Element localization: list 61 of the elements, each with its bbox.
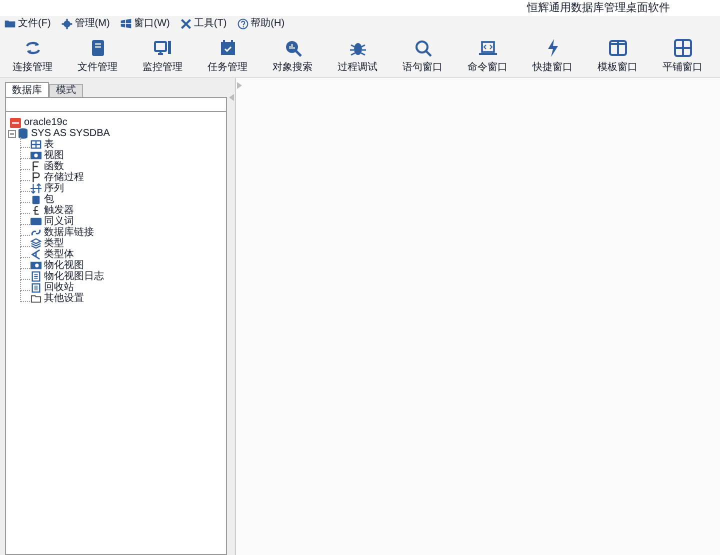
tree-item[interactable]: 类型 [44, 238, 64, 249]
tree-item[interactable]: 表 [44, 139, 54, 150]
toolbar-button[interactable]: 命令窗口 [455, 32, 520, 77]
menu-item[interactable]: 文件(F) [18, 17, 51, 31]
help-icon [236, 18, 249, 30]
columns-icon [608, 38, 628, 58]
box-icon [30, 194, 42, 205]
toolbar-button[interactable]: 平铺窗口 [650, 32, 715, 77]
arrows-icon [30, 183, 42, 194]
layers-icon [30, 238, 42, 249]
tree-item[interactable]: 存储过程 [44, 172, 84, 183]
tree-item[interactable]: 回收站 [44, 282, 74, 293]
connection-icon [10, 118, 21, 128]
tree-item[interactable]: 物化视图 [44, 260, 84, 271]
letter-f-icon [30, 161, 42, 172]
toolbar-button[interactable]: 快捷窗口 [520, 32, 585, 77]
tree-item[interactable]: 函数 [44, 161, 64, 172]
image-icon [30, 150, 42, 161]
table-icon [30, 139, 42, 150]
tree-item[interactable]: 视图 [44, 150, 64, 161]
database-icon [18, 128, 28, 139]
bin-icon [30, 282, 42, 293]
toolbar-button[interactable]: 过程调试 [325, 32, 390, 77]
tools-icon [180, 18, 192, 30]
menu-item[interactable]: 管理(M) [74, 17, 110, 31]
window-title: 恒辉通用数据库管理桌面软件 [527, 0, 670, 16]
caret-shape-icon [30, 249, 42, 260]
menu-item[interactable]: 帮助(H) [250, 17, 285, 31]
letter-p-icon [30, 172, 42, 183]
tree-item[interactable]: 触发器 [44, 205, 74, 216]
menu-item[interactable]: 工具(T) [194, 17, 227, 31]
tree-item[interactable]: 序列 [44, 183, 64, 194]
tree-item[interactable]: SYS AS SYSDBA [31, 128, 110, 139]
folder-icon [4, 18, 16, 30]
tree-item[interactable]: 类型体 [44, 249, 74, 260]
tab[interactable]: 模式 [49, 84, 83, 97]
expander-icon[interactable] [8, 130, 16, 138]
menu-item[interactable]: 窗口(W) [134, 17, 170, 31]
grid-icon [672, 38, 692, 58]
windows-icon [120, 18, 132, 30]
image-icon [30, 260, 42, 271]
search-icon [412, 38, 432, 58]
tree-item[interactable]: oracle19c [24, 117, 68, 128]
expand-arrow-icon[interactable] [237, 82, 242, 89]
folder-icon [30, 293, 42, 304]
link-icon [30, 227, 42, 238]
toolbar-button[interactable]: 文件管理 [65, 32, 130, 77]
document-icon [30, 271, 42, 282]
toolbar-button[interactable]: 模板窗口 [585, 32, 650, 77]
tree-item[interactable]: 数据库链接 [44, 227, 94, 238]
toolbar-button[interactable]: 监控管理 [130, 32, 195, 77]
tree-item[interactable]: 包 [44, 194, 54, 205]
toolbar-button[interactable]: 语句窗口 [390, 32, 455, 77]
tree-item[interactable]: 其他设置 [44, 293, 84, 304]
tree-item[interactable]: 同义词 [44, 216, 74, 227]
toolbar-button[interactable]: 连接管理 [0, 32, 65, 77]
tree-item[interactable]: 物化视图日志 [44, 271, 104, 282]
collapse-arrow-icon[interactable] [229, 94, 234, 101]
toolbar-button[interactable]: 任务管理 [195, 32, 260, 77]
toolbar-button[interactable]: 对象搜索 [260, 32, 325, 77]
tab[interactable]: 数据库 [5, 82, 49, 97]
